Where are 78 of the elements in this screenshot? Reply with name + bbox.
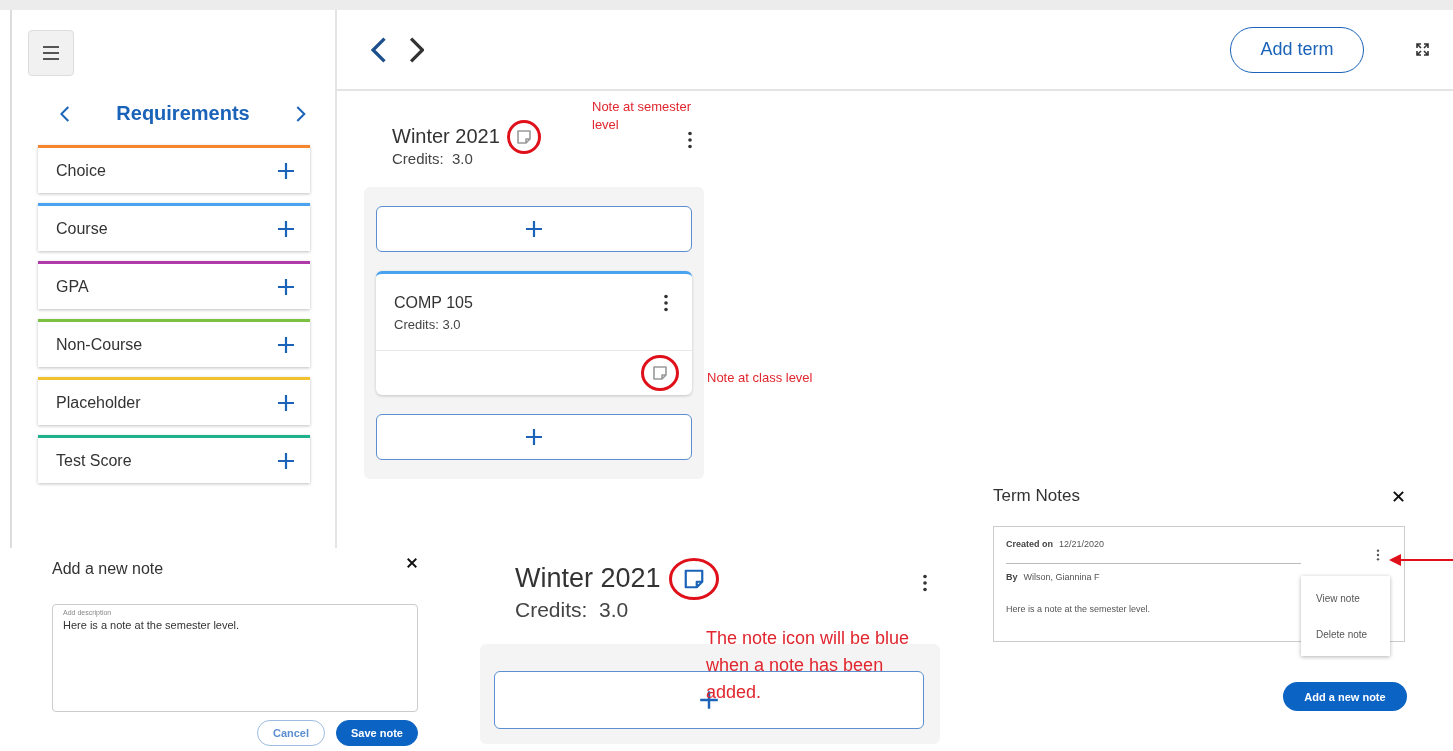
plus-icon — [276, 276, 296, 297]
chevron-left-icon — [60, 105, 70, 122]
expand-icon[interactable] — [1416, 43, 1429, 56]
previous-button[interactable] — [60, 105, 70, 122]
requirement-item[interactable]: Test Score — [38, 435, 310, 483]
requirement-label: Choice — [56, 161, 106, 180]
close-icon — [1392, 489, 1405, 503]
requirement-label: Test Score — [56, 451, 132, 470]
add-button[interactable] — [276, 450, 296, 471]
requirements-title: Requirements — [116, 102, 250, 125]
requirement-label: Non-Course — [56, 335, 143, 354]
circle-annotation — [641, 355, 679, 391]
chevron-right-icon — [296, 105, 306, 122]
course-credits: Credits: 3.0 — [394, 317, 462, 332]
previous-button[interactable] — [371, 36, 387, 63]
circle-annotation — [668, 557, 719, 600]
next-button[interactable] — [408, 36, 425, 63]
close-button[interactable] — [1392, 489, 1405, 503]
requirement-label: Placeholder — [56, 393, 141, 412]
requirement-item[interactable]: Course — [38, 203, 310, 251]
add-button[interactable] — [276, 276, 296, 297]
arrow-annotation — [1388, 553, 1453, 567]
requirement-item[interactable]: GPA — [38, 261, 310, 309]
add-button[interactable] — [276, 218, 296, 239]
menu-item[interactable]: View note — [1301, 592, 1390, 604]
more-button[interactable] — [688, 131, 692, 149]
note-icon[interactable] — [682, 567, 705, 590]
add-note-button[interactable]: Add a new note — [1283, 682, 1407, 711]
add-button[interactable] — [276, 160, 296, 181]
menu-icon — [42, 46, 60, 60]
chevron-right-icon — [408, 36, 425, 63]
course-code: COMP 105 — [394, 294, 473, 312]
author-label: By — [1006, 572, 1018, 582]
term-credits: Credits: 3.0 — [515, 598, 630, 622]
requirement-label: Course — [56, 219, 108, 238]
close-icon — [406, 557, 418, 569]
circle-annotation — [506, 119, 541, 154]
term-credits: Credits: 3.0 — [392, 150, 474, 167]
plus-icon — [524, 219, 544, 239]
requirement-item[interactable]: Choice — [38, 145, 310, 193]
annotation-text: Note at class level — [707, 369, 814, 387]
dialog-title: Term Notes — [993, 486, 1080, 506]
dialog-title: Add a new note — [52, 560, 164, 578]
note-text: Here is a note at the semester level. — [1006, 604, 1152, 614]
plus-icon — [276, 450, 296, 471]
menu-button[interactable] — [28, 30, 74, 76]
requirement-item[interactable]: Non-Course — [38, 319, 310, 367]
more-icon — [1376, 549, 1380, 561]
created-date: 12/21/2020 — [1059, 539, 1105, 549]
next-button[interactable] — [296, 105, 306, 122]
more-button[interactable] — [1376, 549, 1380, 561]
add-course-button[interactable] — [494, 671, 924, 729]
chevron-left-icon — [371, 36, 387, 63]
plus-icon — [276, 218, 296, 239]
requirement-label: GPA — [56, 277, 89, 296]
add-button[interactable] — [276, 334, 296, 355]
author-name: Wilson, Giannina F — [1023, 572, 1100, 582]
plus-icon — [276, 392, 296, 413]
annotation-text: The note icon will be blue when a note has been added. — [706, 627, 911, 704]
plus-icon — [524, 427, 544, 447]
annotation-text: Note at semester level — [592, 98, 692, 134]
plus-icon — [276, 160, 296, 181]
created-label: Created on — [1006, 539, 1053, 549]
save-button[interactable]: Save note — [336, 720, 418, 746]
plus-icon — [276, 334, 296, 355]
more-icon — [664, 294, 668, 312]
requirement-item[interactable]: Placeholder — [38, 377, 310, 425]
add-course-button[interactable] — [376, 206, 692, 252]
add-button[interactable] — [276, 392, 296, 413]
menu-item[interactable]: Delete note — [1301, 628, 1390, 640]
note-icon[interactable] — [652, 365, 668, 381]
add-term-button[interactable]: Add term — [1230, 26, 1364, 73]
term-title: Winter 2021 — [515, 563, 661, 594]
more-icon — [688, 131, 692, 149]
add-course-button[interactable] — [376, 414, 692, 460]
term-title: Winter 2021 — [392, 125, 500, 148]
note-icon[interactable] — [515, 128, 532, 145]
close-button[interactable] — [406, 557, 418, 569]
